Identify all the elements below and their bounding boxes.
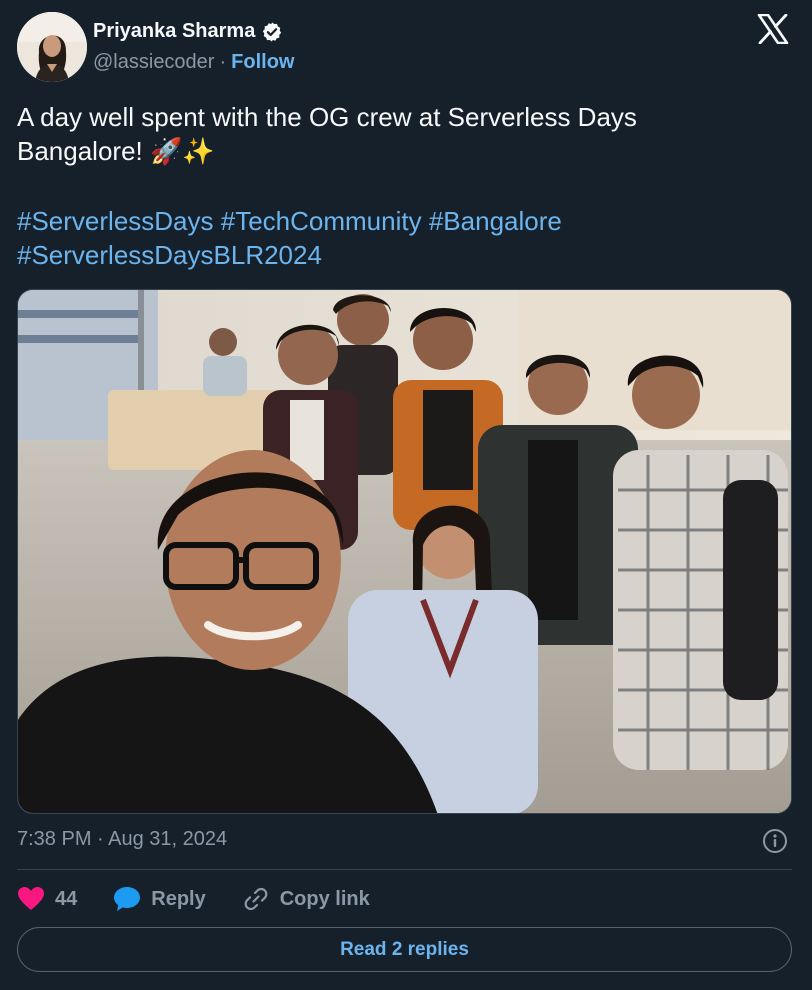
author-handle[interactable]: @lassiecoder (93, 51, 214, 74)
copy-link-label: Copy link (279, 887, 370, 910)
x-logo-icon[interactable] (757, 14, 789, 44)
separator-dot: · (219, 51, 227, 73)
reply-button[interactable]: Reply (113, 886, 206, 912)
author-name-row: Priyanka Sharma (93, 20, 283, 43)
hashtag-link[interactable]: #ServerlessDays (17, 206, 214, 236)
verified-badge-icon (263, 21, 282, 42)
hashtags-line-2: #ServerlessDaysBLR2024 (17, 238, 777, 272)
hashtag-link[interactable]: #Bangalore (429, 206, 562, 236)
avatar-image (17, 12, 87, 82)
hashtag-link[interactable]: #TechCommunity (221, 206, 422, 236)
tweet-photo[interactable] (17, 289, 792, 814)
author-handle-row: @lassiecoder · Follow (93, 51, 294, 74)
info-icon[interactable] (762, 828, 788, 854)
hashtags-line-1: #ServerlessDays #TechCommunity #Bangalor… (17, 204, 777, 238)
link-icon (244, 887, 268, 911)
copy-link-button[interactable]: Copy link (242, 885, 370, 913)
tweet-text-line-1: A day well spent with the OG crew at Ser… (17, 102, 637, 132)
tweet-text: A day well spent with the OG crew at Ser… (17, 100, 777, 168)
follow-button[interactable]: Follow (231, 51, 294, 74)
read-replies-label: Read 2 replies (340, 938, 469, 960)
author-display-name[interactable]: Priyanka Sharma (93, 20, 255, 43)
read-replies-button[interactable]: Read 2 replies (17, 927, 792, 972)
tweet-actions: 44 Reply Copy link (17, 882, 370, 916)
hashtags: #ServerlessDays #TechCommunity #Bangalor… (17, 204, 777, 272)
divider (17, 869, 792, 870)
reply-label: Reply (151, 887, 206, 910)
hashtag-link[interactable]: #ServerlessDaysBLR2024 (17, 240, 322, 270)
tweet-card: Priyanka Sharma @lassiecoder · Follow A … (0, 0, 812, 990)
speech-bubble-icon (114, 887, 141, 911)
tweet-timestamp[interactable]: 7:38 PM · Aug 31, 2024 (17, 828, 227, 851)
group-selfie-image (18, 290, 791, 813)
like-count: 44 (55, 887, 78, 910)
tweet-text-line-2: Bangalore! 🚀✨ (17, 136, 215, 166)
avatar[interactable] (17, 12, 87, 82)
heart-icon (18, 887, 44, 910)
like-button[interactable]: 44 (17, 886, 77, 912)
